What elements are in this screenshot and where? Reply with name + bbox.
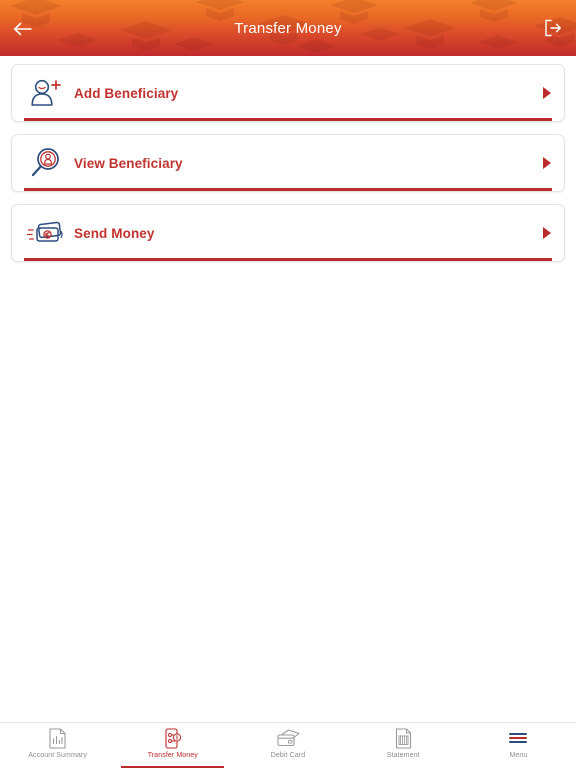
page-title: Transfer Money [234,19,342,37]
debit-card-icon [276,727,300,749]
nav-label: Transfer Money [147,752,198,759]
arrow-left-icon [13,22,32,36]
nav-label: Menu [509,752,528,759]
card-underline [24,188,552,191]
banknotes-icon [20,213,72,253]
card-label: Add Beneficiary [74,85,179,101]
card-label: View Beneficiary [74,155,183,171]
card-underline [24,118,552,121]
transfer-options-list: Add Beneficiary View Beneficiary Send Mo… [0,56,576,262]
nav-label: Debit Card [270,752,306,759]
nav-item-menu[interactable]: Menu [461,723,576,768]
card-underline [24,258,552,261]
logout-button[interactable] [538,14,568,42]
transfer-money-screen: Transfer Money Add Beneficiary View Bene… [0,0,576,768]
nav-label: Account Summary [28,752,87,759]
card-send-money[interactable]: Send Money [11,204,565,262]
chevron-right-icon[interactable] [530,226,564,240]
phone-transfer-icon [164,727,182,749]
nav-item-debit-card[interactable]: Debit Card [230,723,345,768]
card-add-beneficiary[interactable]: Add Beneficiary [11,64,565,122]
statement-icon [395,727,412,749]
back-button[interactable] [6,16,40,42]
nav-item-statement[interactable]: Statement [346,723,461,768]
card-label: Send Money [74,225,155,241]
nav-item-transfer-money[interactable]: Transfer Money [115,723,230,768]
add-person-icon [20,73,72,113]
card-view-beneficiary[interactable]: View Beneficiary [11,134,565,192]
document-chart-icon [49,727,66,749]
logout-icon [545,19,561,37]
search-person-icon [20,143,72,183]
app-header: Transfer Money [0,0,576,56]
nav-label: Statement [386,752,420,759]
nav-item-account-summary[interactable]: Account Summary [0,723,115,768]
chevron-right-icon[interactable] [530,86,564,100]
chevron-right-icon[interactable] [530,156,564,170]
bottom-navigation-bar: Account Summary Transfer Money Debit Car… [0,722,576,768]
hamburger-menu-icon [508,727,528,749]
